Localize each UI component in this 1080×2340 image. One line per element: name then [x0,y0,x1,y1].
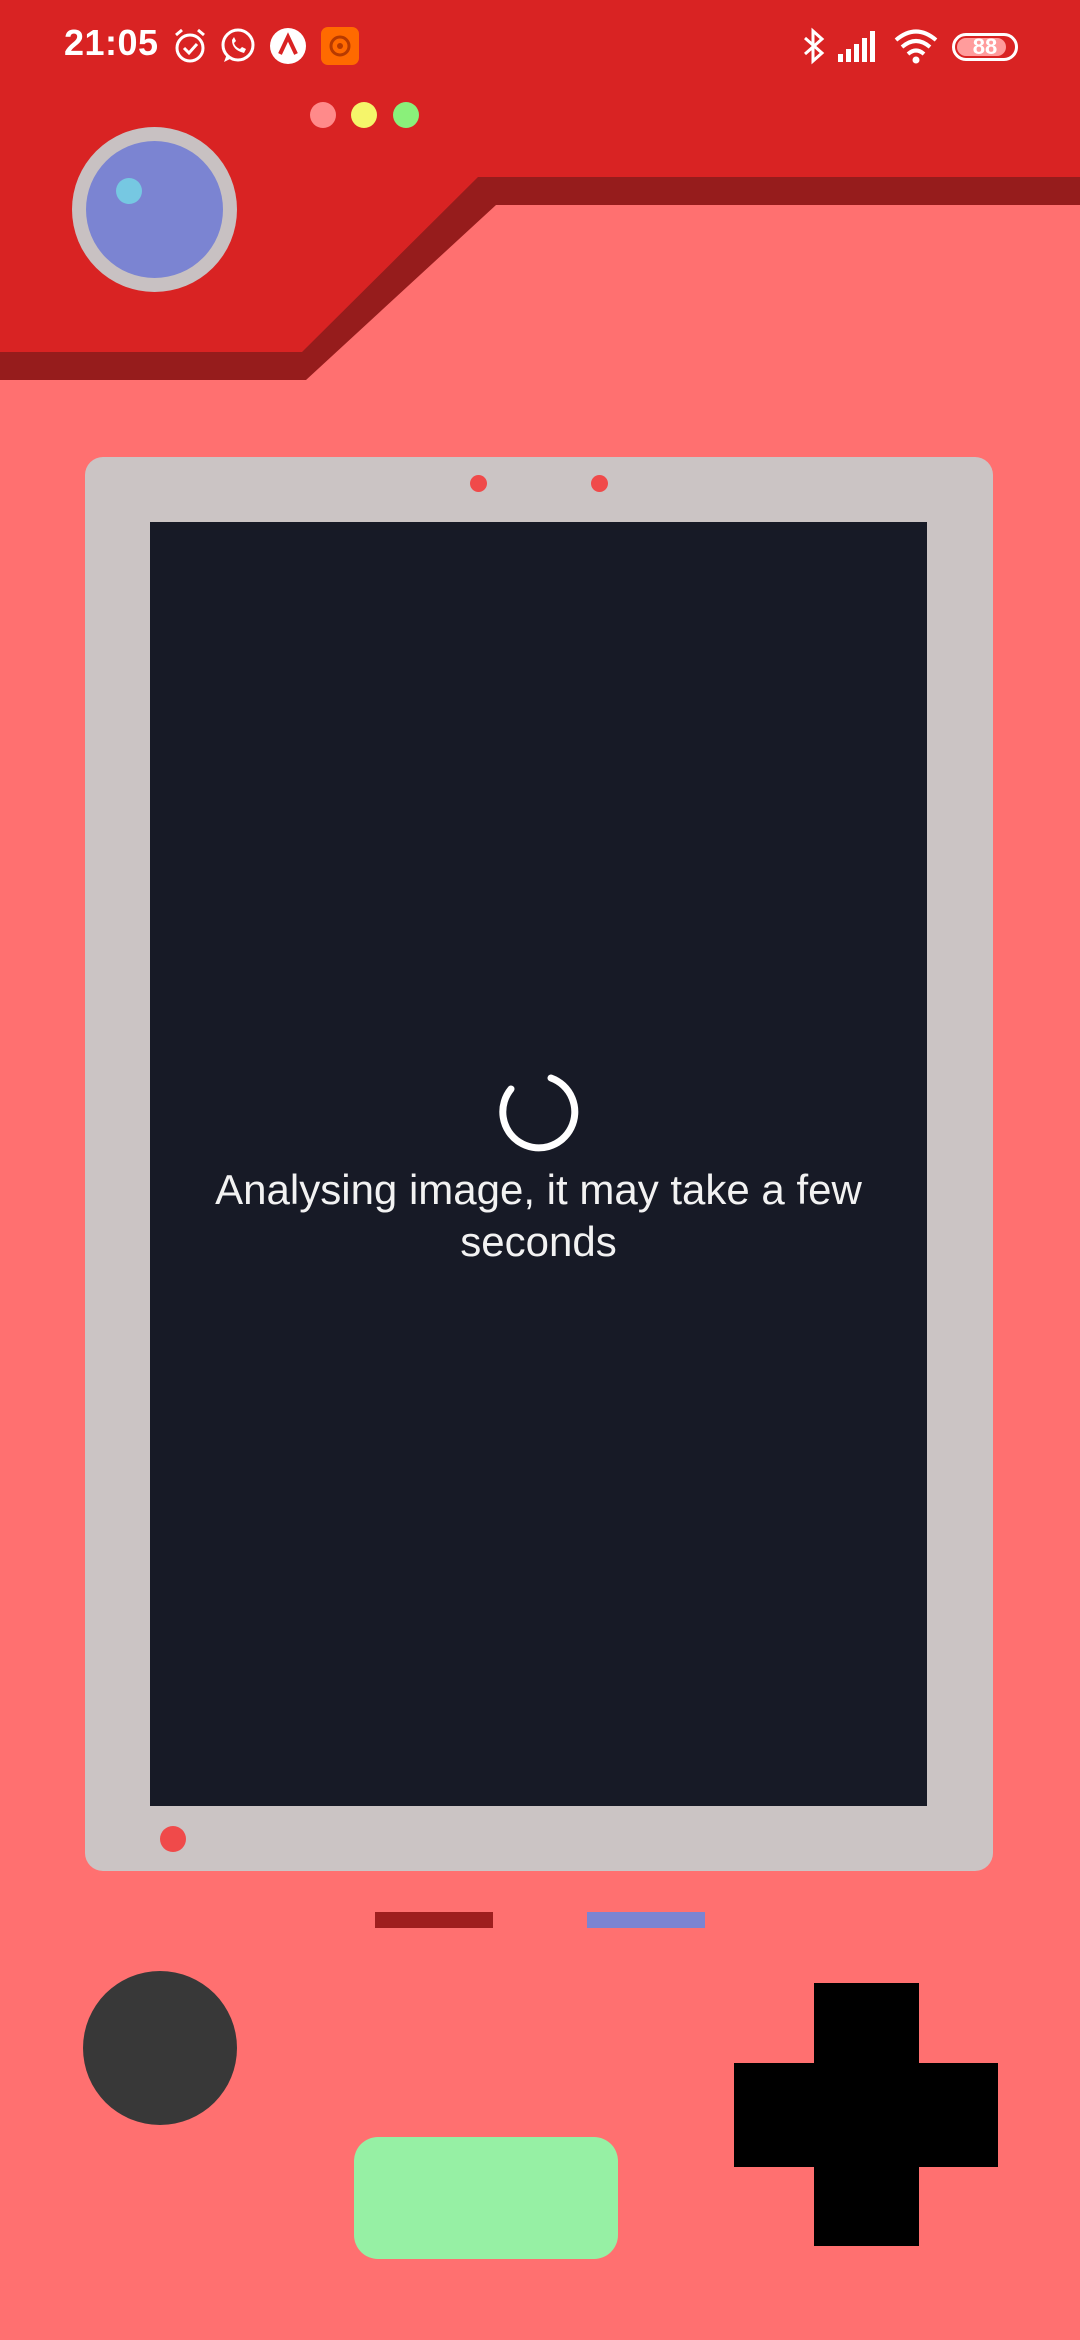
round-action-button[interactable] [83,1971,237,2125]
app-a-icon [270,28,306,64]
dpad-horizontal[interactable] [734,2063,998,2167]
red-light [310,102,336,128]
pokedex-screen: Analysing image, it may take a few secon… [150,522,927,1806]
frame-led [160,1826,186,1852]
battery-level: 88 [972,34,998,59]
green-screen-button[interactable] [354,2137,618,2259]
loading-message: Analysing image, it may take a few secon… [215,1166,862,1265]
screen-frame: Analysing image, it may take a few secon… [85,457,993,1871]
battery-indicator: 88 [952,33,1018,61]
yellow-light [351,102,377,128]
status-bar: 21:05 88 [0,0,1080,96]
blue-slot-button[interactable] [587,1912,705,1928]
bluetooth-icon [804,27,825,65]
frame-dot-right [591,475,608,492]
record-app-icon [321,27,359,65]
alarm-icon [175,28,205,63]
camera-lens [72,127,237,292]
frame-dot-left [470,475,487,492]
lens-glass [86,141,223,278]
red-slot-button[interactable] [375,1912,493,1928]
signal-icon [838,31,875,62]
green-light [393,102,419,128]
status-time: 21:05 [64,22,159,63]
lens-glint [116,178,142,204]
loading-spinner-icon [499,1074,579,1152]
wifi-icon [894,29,938,64]
whatsapp-icon [221,28,255,62]
